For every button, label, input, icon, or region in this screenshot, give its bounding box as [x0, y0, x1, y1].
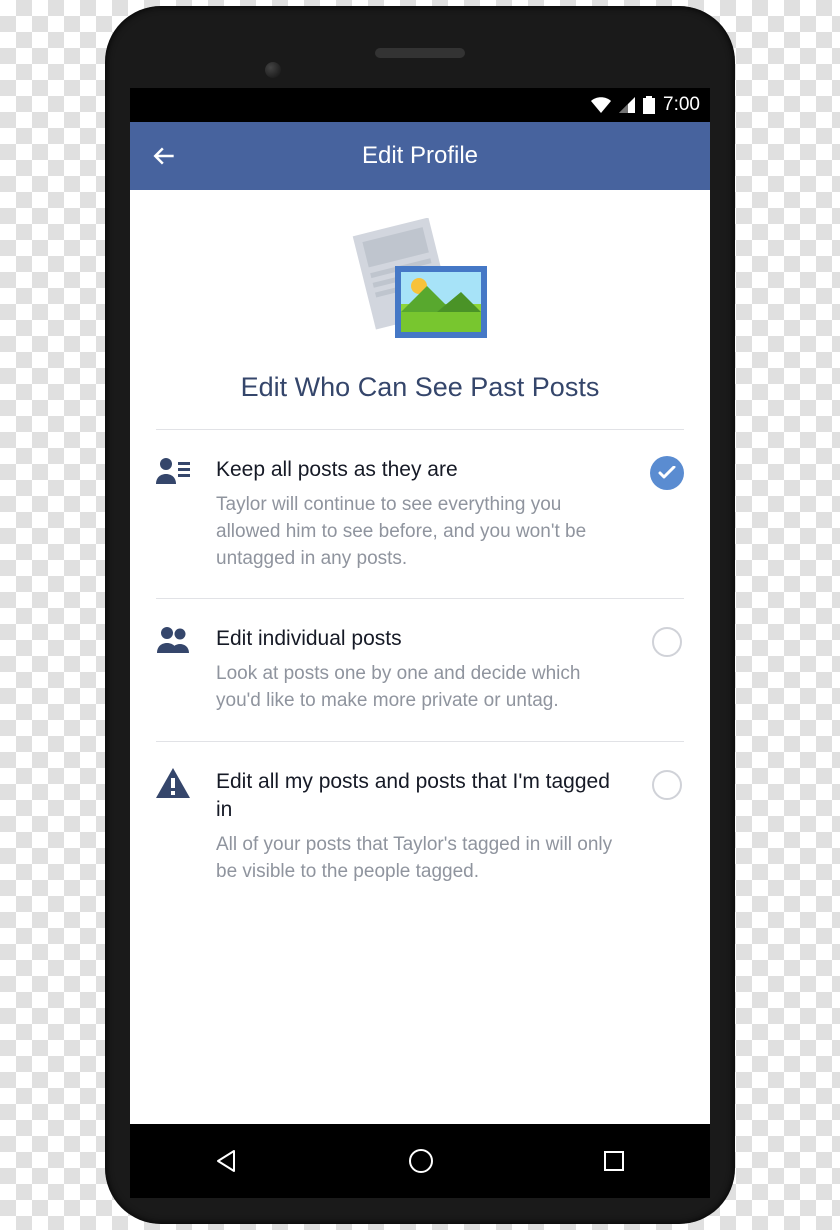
- wifi-icon: [591, 97, 611, 113]
- arrow-left-icon: [152, 143, 178, 169]
- option-title: Edit all my posts and posts that I'm tag…: [216, 768, 628, 825]
- option-edit-all[interactable]: Edit all my posts and posts that I'm tag…: [130, 742, 710, 912]
- people-icon: [156, 625, 194, 715]
- status-time: 7:00: [663, 94, 700, 116]
- option-edit-individual[interactable]: Edit individual posts Look at posts one …: [130, 599, 710, 741]
- back-button[interactable]: [148, 139, 182, 173]
- option-title: Edit individual posts: [216, 625, 628, 653]
- nav-recent-button[interactable]: [602, 1149, 626, 1173]
- content-area: Edit Who Can See Past Posts Keep all pos…: [130, 190, 710, 912]
- option-radio[interactable]: [650, 625, 684, 659]
- page-title: Edit Who Can See Past Posts: [241, 372, 600, 403]
- option-description: All of your posts that Taylor's tagged i…: [216, 832, 628, 885]
- option-body: Edit individual posts Look at posts one …: [216, 625, 628, 715]
- status-bar: 7:00: [130, 88, 710, 122]
- android-nav-bar: [130, 1124, 710, 1198]
- earpiece-speaker: [375, 48, 465, 58]
- battery-icon: [643, 96, 655, 114]
- radio-unchecked-icon: [652, 627, 682, 657]
- option-description: Taylor will continue to see everything y…: [216, 492, 628, 572]
- option-radio[interactable]: [650, 768, 684, 802]
- photos-illustration-icon: [345, 218, 495, 358]
- person-list-icon: [156, 456, 194, 572]
- appbar-title: Edit Profile: [130, 142, 710, 170]
- radio-unchecked-icon: [652, 770, 682, 800]
- option-title: Keep all posts as they are: [216, 456, 628, 484]
- warning-icon: [156, 768, 194, 886]
- screen: 7:00 Edit Profile: [130, 88, 710, 1124]
- phone-frame: 7:00 Edit Profile: [105, 6, 735, 1224]
- option-radio[interactable]: [650, 456, 684, 490]
- option-body: Edit all my posts and posts that I'm tag…: [216, 768, 628, 886]
- nav-back-button[interactable]: [214, 1148, 240, 1174]
- radio-checked-icon: [650, 456, 684, 490]
- option-body: Keep all posts as they are Taylor will c…: [216, 456, 628, 572]
- option-description: Look at posts one by one and decide whic…: [216, 661, 628, 714]
- nav-home-button[interactable]: [407, 1147, 435, 1175]
- cellular-icon: [619, 97, 635, 113]
- app-bar: Edit Profile: [130, 122, 710, 190]
- option-keep-all[interactable]: Keep all posts as they are Taylor will c…: [130, 430, 710, 598]
- front-camera: [265, 62, 281, 78]
- hero-section: Edit Who Can See Past Posts: [130, 190, 710, 429]
